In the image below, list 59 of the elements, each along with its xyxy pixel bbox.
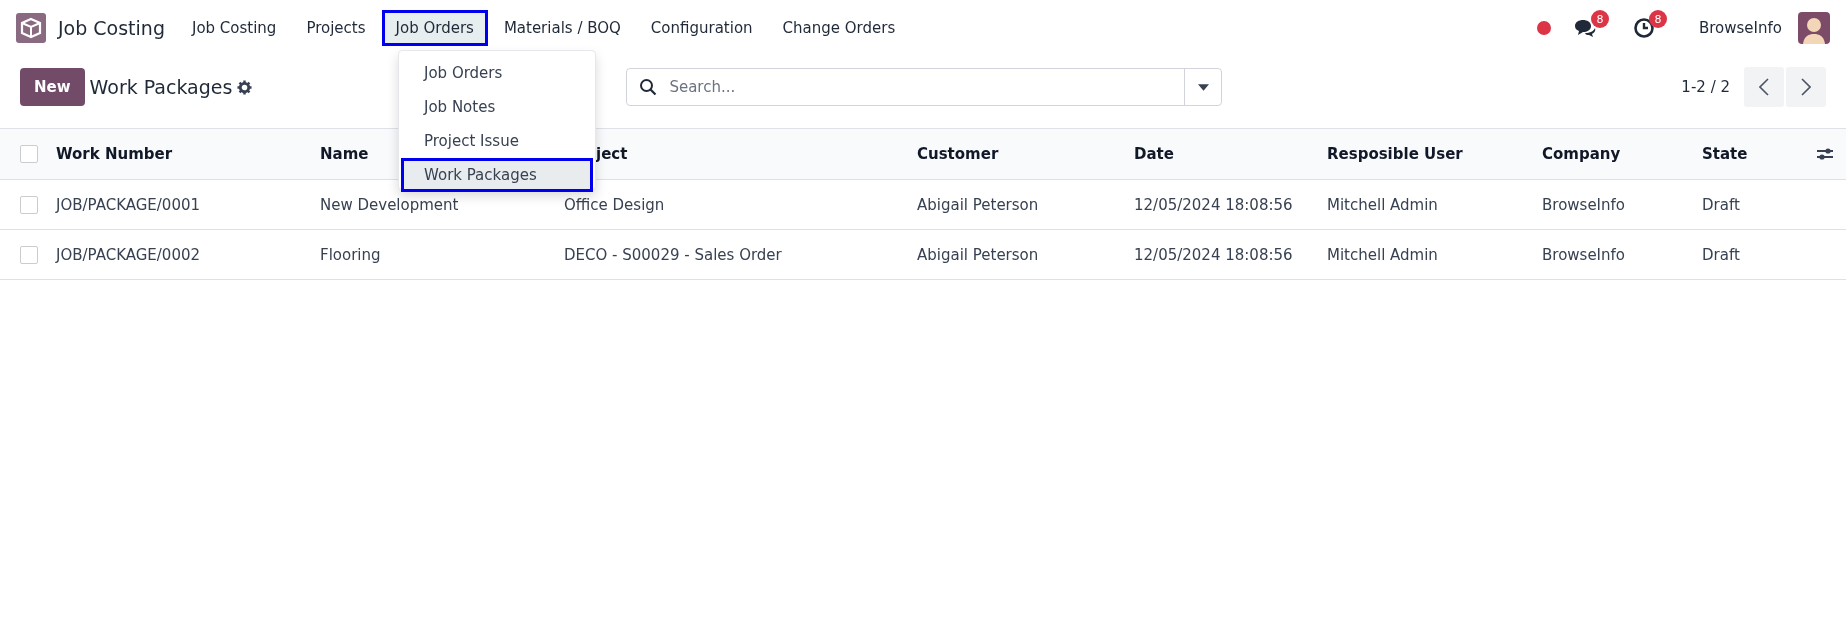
table-cell: Draft bbox=[1702, 195, 1740, 214]
dropdown-item[interactable]: Work Packages bbox=[401, 158, 593, 192]
column-header[interactable]: Work Number bbox=[56, 145, 173, 163]
new-button[interactable]: New bbox=[20, 68, 85, 106]
search-bar[interactable]: Search... bbox=[626, 68, 1223, 106]
previous-button[interactable] bbox=[1744, 67, 1784, 107]
dropdown-item[interactable]: Project Issue bbox=[401, 124, 593, 158]
count-badge: 8 bbox=[1591, 10, 1609, 28]
chevron-left-icon bbox=[1759, 78, 1769, 96]
table-cell: 12/05/2024 18:08:56 bbox=[1134, 245, 1293, 264]
row-checkbox[interactable] bbox=[20, 195, 38, 214]
menu-item[interactable]: Configuration bbox=[636, 10, 767, 46]
status-dot[interactable] bbox=[1537, 21, 1551, 35]
column-header[interactable]: Customer bbox=[917, 145, 999, 163]
search-field[interactable]: Search... bbox=[667, 77, 1185, 97]
menu-item[interactable]: Job Costing bbox=[177, 10, 291, 46]
clock-icon[interactable] bbox=[1633, 17, 1655, 39]
table-cell: JOB/PACKAGE/0002 bbox=[56, 245, 201, 264]
select-all-checkbox[interactable] bbox=[20, 145, 38, 163]
menu-item[interactable]: Materials / BOQ bbox=[489, 10, 635, 46]
column-header[interactable]: Resposible User bbox=[1327, 145, 1463, 163]
table-cell: New Development bbox=[320, 195, 459, 214]
settings-icon[interactable] bbox=[237, 79, 253, 95]
avatar-icon[interactable] bbox=[1798, 12, 1830, 44]
table-cell: Abigail Peterson bbox=[917, 195, 1039, 214]
chevron-right-icon bbox=[1801, 78, 1811, 96]
table-cell: BrowseInfo bbox=[1542, 195, 1625, 214]
menu-item[interactable]: Change Orders bbox=[768, 10, 910, 46]
table-cell: Flooring bbox=[320, 245, 381, 264]
column-header[interactable]: Date bbox=[1134, 145, 1174, 163]
next-button[interactable] bbox=[1786, 67, 1826, 107]
table-cell: Draft bbox=[1702, 245, 1740, 264]
column-header[interactable]: Company bbox=[1542, 145, 1621, 163]
table-cell: Office Design bbox=[564, 195, 665, 214]
company-name[interactable]: BrowseInfo bbox=[1699, 19, 1782, 37]
column-header[interactable]: State bbox=[1702, 145, 1748, 163]
table-cell: Mitchell Admin bbox=[1327, 245, 1438, 264]
table-cell: BrowseInfo bbox=[1542, 245, 1625, 264]
page-title: Work Packages bbox=[89, 76, 233, 98]
column-options-icon[interactable] bbox=[1816, 146, 1834, 162]
table-cell: DECO - S00029 - Sales Order bbox=[564, 245, 782, 264]
row-checkbox[interactable] bbox=[20, 245, 38, 264]
table-cell: Mitchell Admin bbox=[1327, 195, 1438, 214]
column-header[interactable]: Name bbox=[320, 145, 369, 163]
pager-value[interactable]: 1-2 / 2 bbox=[1681, 78, 1730, 96]
count-badge: 8 bbox=[1649, 10, 1667, 28]
app-logo-icon[interactable] bbox=[16, 13, 46, 43]
chat-icon[interactable] bbox=[1573, 18, 1597, 38]
menu-item[interactable]: Projects bbox=[292, 10, 380, 46]
menu-item[interactable]: Job Orders bbox=[381, 10, 488, 46]
app-title[interactable]: Job Costing bbox=[58, 17, 165, 39]
dropdown-item[interactable]: Job Orders bbox=[401, 56, 593, 90]
table-cell: Abigail Peterson bbox=[917, 245, 1039, 264]
caret-icon bbox=[1197, 83, 1209, 91]
table-cell: 12/05/2024 18:08:56 bbox=[1134, 195, 1293, 214]
dropdown-item[interactable]: Job Notes bbox=[401, 90, 593, 124]
column-header[interactable]: ject bbox=[596, 145, 628, 163]
table-cell: JOB/PACKAGE/0001 bbox=[56, 195, 201, 214]
search-icon bbox=[639, 78, 658, 96]
